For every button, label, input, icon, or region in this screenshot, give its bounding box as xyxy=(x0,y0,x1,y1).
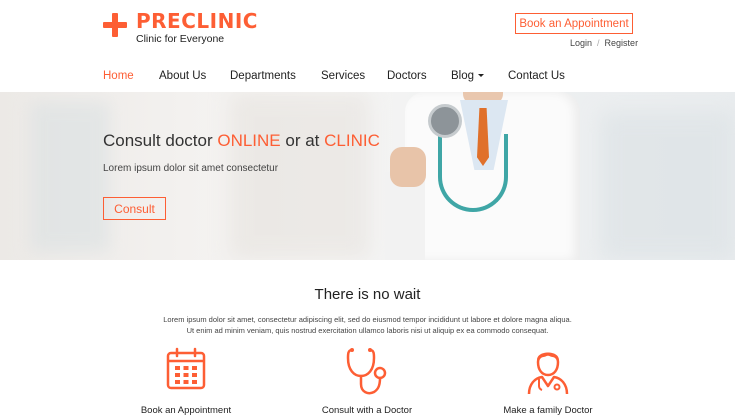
stethoscope-image xyxy=(428,104,462,138)
brand-name: PRECLINIC xyxy=(136,9,258,33)
consult-button[interactable]: Consult xyxy=(103,197,166,220)
auth-separator: / xyxy=(597,38,600,48)
medical-cross-icon xyxy=(103,13,127,37)
site-header: PRECLINIC Clinic for Everyone Book an Ap… xyxy=(0,0,735,60)
nav-item-home[interactable]: Home xyxy=(103,70,134,82)
auth-links: Login / Register xyxy=(570,38,638,48)
feature-family-doctor[interactable]: Make a family Doctor xyxy=(473,346,623,416)
login-link[interactable]: Login xyxy=(570,38,592,48)
book-appointment-button[interactable]: Book an Appointment xyxy=(515,13,633,34)
hero-subtitle: Lorem ipsum dolor sit amet consectetur xyxy=(103,163,279,174)
feature-book-appointment[interactable]: Book an Appointment xyxy=(111,346,261,416)
logo[interactable]: PRECLINIC Clinic for Everyone xyxy=(103,10,258,45)
highlight-online: ONLINE xyxy=(217,131,281,150)
nav-item-blog-label: Blog xyxy=(451,70,475,82)
register-link[interactable]: Register xyxy=(605,38,639,48)
nav-item-contact-us[interactable]: Contact Us xyxy=(508,70,565,82)
hero-banner xyxy=(0,92,735,260)
feature-label: Book an Appointment xyxy=(140,405,232,416)
highlight-clinic: CLINIC xyxy=(324,131,380,150)
nav-item-departments[interactable]: Departments xyxy=(230,70,296,82)
caret-down-icon xyxy=(478,74,485,78)
nav-item-services[interactable]: Services xyxy=(321,70,365,82)
feature-label: Make a family Doctor xyxy=(503,405,593,416)
calendar-icon xyxy=(166,347,206,390)
stethoscope-icon xyxy=(346,348,387,395)
doctor-icon xyxy=(527,352,569,395)
nav-item-doctors[interactable]: Doctors xyxy=(387,70,427,82)
brand-tagline: Clinic for Everyone xyxy=(136,33,225,45)
nav-item-about-us[interactable]: About Us xyxy=(159,70,206,82)
main-nav: Home About Us Departments Services Docto… xyxy=(0,60,735,92)
section-title: There is no wait xyxy=(314,286,421,303)
hero-title: Consult doctor ONLINE or at CLINIC xyxy=(103,131,380,150)
section-description: Lorem ipsum dolor sit amet, consectetur … xyxy=(163,315,572,335)
feature-consult-doctor[interactable]: Consult with a Doctor xyxy=(292,346,442,416)
doctor-image xyxy=(385,92,590,260)
nav-item-blog[interactable]: Blog xyxy=(451,70,485,82)
feature-label: Consult with a Doctor xyxy=(321,405,413,416)
